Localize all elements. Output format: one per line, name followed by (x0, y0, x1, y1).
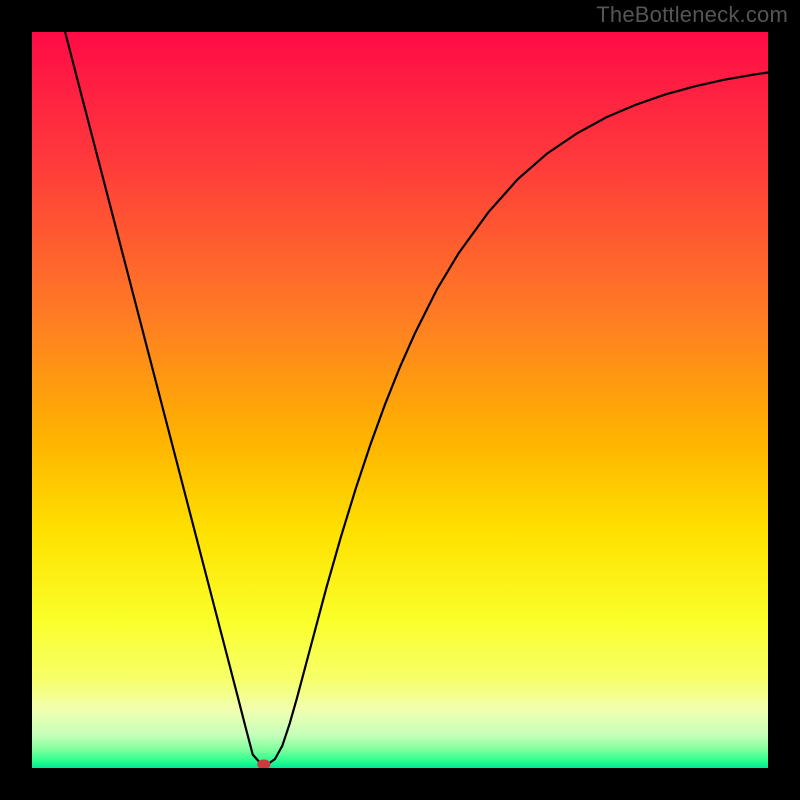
bottleneck-chart (0, 0, 800, 800)
optimum-marker (257, 759, 270, 769)
gradient-background (32, 32, 768, 768)
watermark-text: TheBottleneck.com (596, 2, 788, 28)
chart-frame: { "watermark": "TheBottleneck.com", "cha… (0, 0, 800, 800)
